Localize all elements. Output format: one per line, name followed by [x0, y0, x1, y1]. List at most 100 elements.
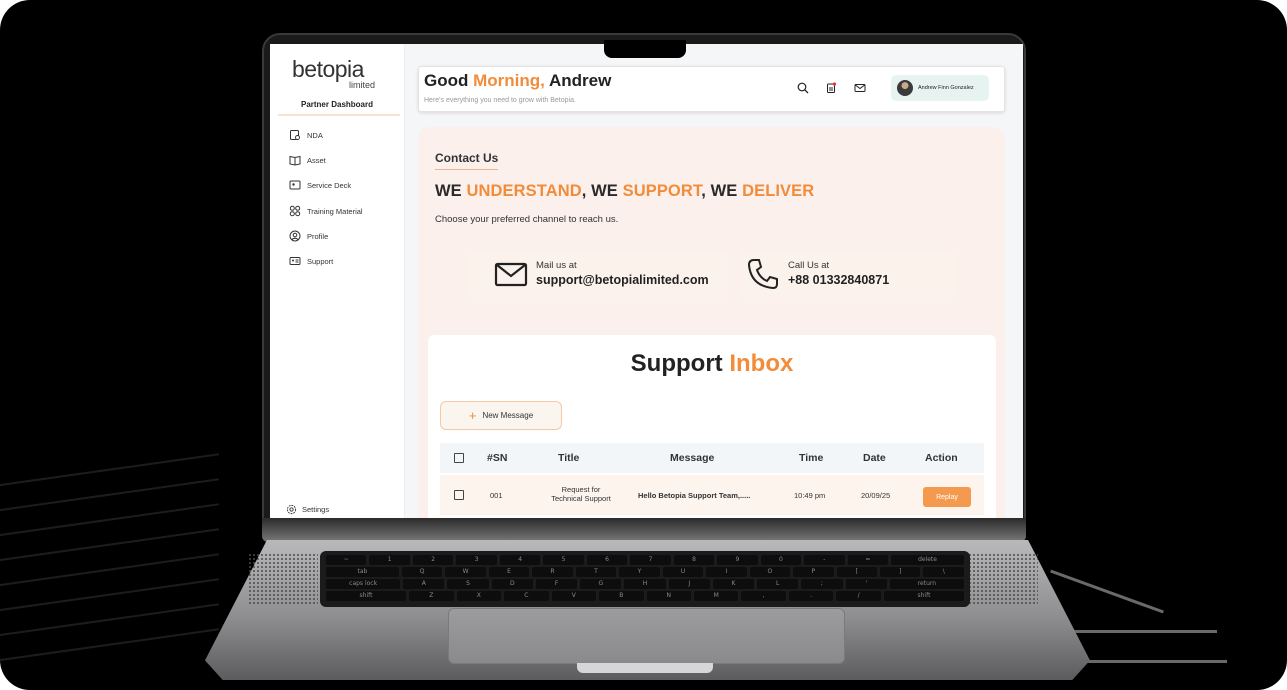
- keyboard-key: 4: [499, 555, 541, 565]
- tagline-highlight: DELIVER: [742, 182, 815, 200]
- inbox-title-part: Support: [630, 350, 730, 377]
- keyboard-key: W: [445, 567, 486, 577]
- row-sn: 001: [490, 491, 503, 500]
- mail-icon[interactable]: [854, 82, 866, 94]
- sidebar-item-label: NDA: [307, 130, 323, 140]
- tagline-highlight: SUPPORT: [622, 182, 702, 200]
- contact-tagline: WE UNDERSTAND, WE SUPPORT, WE DELIVER: [435, 182, 814, 201]
- sidebar-item-label: Support: [307, 256, 334, 266]
- mail-card[interactable]: Mail us at support@betopialimited.com: [466, 250, 728, 297]
- keyboard-key: O: [749, 567, 791, 577]
- sidebar-title: Partner Dashboard: [300, 100, 374, 109]
- keyboard-key: A: [403, 579, 445, 589]
- user-name: Andrew Finn Gonzalez: [918, 85, 974, 91]
- tagline-highlight: UNDERSTAND: [466, 182, 582, 200]
- laptop-hinge: [262, 518, 1026, 542]
- sidebar-item-training-material[interactable]: Training Material: [289, 203, 363, 219]
- inbox-title: Support Inbox: [428, 350, 996, 378]
- settings-label: Settings: [302, 505, 330, 514]
- call-label: Call Us at: [788, 260, 830, 271]
- new-message-button[interactable]: + New Message: [440, 401, 562, 430]
- call-card[interactable]: Call Us at +88 01332840871: [740, 250, 958, 297]
- sidebar-item-asset[interactable]: Asset: [289, 152, 326, 168]
- logo-subtitle: limited: [349, 80, 376, 90]
- right-speaker: [968, 553, 1038, 605]
- top-header: Good Morning, Andrew Here's everything y…: [418, 66, 1005, 112]
- column-date: Date: [863, 452, 886, 464]
- new-message-label: New Message: [482, 411, 534, 420]
- greeting-name: Andrew: [544, 71, 612, 90]
- table-header: #SN Title Message Time Date Action: [440, 443, 984, 473]
- left-speaker: [248, 553, 318, 605]
- keyboard-key: tab: [326, 567, 399, 577]
- laptop-lip: [577, 663, 713, 673]
- sidebar-divider: [278, 114, 400, 116]
- keyboard-key: caps lock: [326, 579, 401, 589]
- reply-button[interactable]: Replay: [923, 487, 971, 507]
- greeting: Good Morning, Andrew: [424, 71, 611, 91]
- greeting-subtitle: Here's everything you need to grow with …: [424, 97, 576, 104]
- row-time: 10:49 pm: [794, 491, 826, 500]
- user-profile-chip[interactable]: Andrew Finn Gonzalez: [891, 75, 989, 101]
- sidebar-item-label: Asset: [307, 155, 326, 165]
- row-title-line: Technical Support: [551, 494, 611, 503]
- sidebar-item-support[interactable]: Support: [289, 253, 333, 269]
- greeting-highlight: Morning,: [473, 71, 545, 90]
- select-all-checkbox[interactable]: [454, 453, 464, 463]
- id-card-icon: [289, 257, 301, 265]
- tagline-part: WE: [435, 182, 467, 200]
- keyboard-key: =: [847, 555, 889, 565]
- grid-icon: [289, 205, 301, 217]
- column-title: Title: [558, 452, 580, 464]
- table-row[interactable]: 001 Request for Technical Support Hello …: [440, 475, 984, 515]
- keyboard-key: S: [447, 579, 489, 589]
- inbox-title-highlight: Inbox: [729, 350, 794, 377]
- sidebar-item-nda[interactable]: NDA: [289, 127, 323, 143]
- keyboard-key: ,: [741, 591, 786, 601]
- column-action: Action: [925, 452, 958, 464]
- keyboard-key: 8: [673, 555, 715, 565]
- avatar: [897, 80, 913, 96]
- keyboard-key: 6: [586, 555, 628, 565]
- keyboard-key: ]: [880, 567, 921, 577]
- keyboard-key: ;: [801, 579, 843, 589]
- keyboard-key: M: [693, 591, 739, 601]
- contact-title: Contact Us: [435, 151, 499, 170]
- trackpad: [448, 608, 845, 664]
- keyboard-key: ~: [326, 555, 367, 565]
- keyboard-key: .: [788, 591, 834, 601]
- keyboard-key: X: [456, 591, 502, 601]
- keyboard-key: E: [488, 567, 530, 577]
- contact-subtitle: Choose your preferred channel to reach u…: [435, 214, 619, 225]
- greeting-prefix: Good: [424, 71, 474, 90]
- keyboard-key: N: [646, 591, 691, 601]
- camera-notch: [604, 40, 686, 58]
- keyboard-key: J: [668, 579, 710, 589]
- keyboard-key: C: [504, 591, 549, 601]
- search-icon[interactable]: [797, 82, 809, 94]
- envelope-icon: [494, 262, 528, 286]
- column-sn: #SN: [487, 452, 508, 464]
- keyboard-key: U: [662, 567, 704, 577]
- book-icon: [289, 155, 301, 166]
- sidebar-item-profile[interactable]: Profile: [289, 228, 328, 244]
- keyboard: ~1 2 3 4 5 6 7 8 9 0- = delete tab Q W E R T Y U I O P[] \ cap…: [320, 551, 970, 607]
- call-value: +88 01332840871: [788, 273, 890, 287]
- keyboard-key: D: [491, 579, 533, 589]
- tagline-part: , WE: [581, 182, 623, 200]
- presentation-icon: [289, 180, 301, 190]
- sidebar-item-label: Service Deck: [307, 180, 352, 190]
- keyboard-key: \: [923, 567, 964, 577]
- keyboard-key: G: [580, 579, 622, 589]
- keyboard-key: I: [706, 567, 747, 577]
- keyboard-key: Y: [619, 567, 660, 577]
- settings-link[interactable]: Settings: [286, 504, 329, 515]
- keyboard-key: F: [535, 579, 578, 589]
- notification-icon[interactable]: [825, 82, 837, 94]
- row-checkbox[interactable]: [454, 490, 464, 500]
- sidebar-item-service-deck[interactable]: Service Deck: [289, 177, 351, 193]
- gear-icon: [286, 504, 297, 515]
- user-icon: [289, 230, 301, 242]
- app-screen: betopia limited Partner Dashboard NDA As…: [270, 44, 1023, 518]
- row-title-line: Request for: [561, 485, 601, 494]
